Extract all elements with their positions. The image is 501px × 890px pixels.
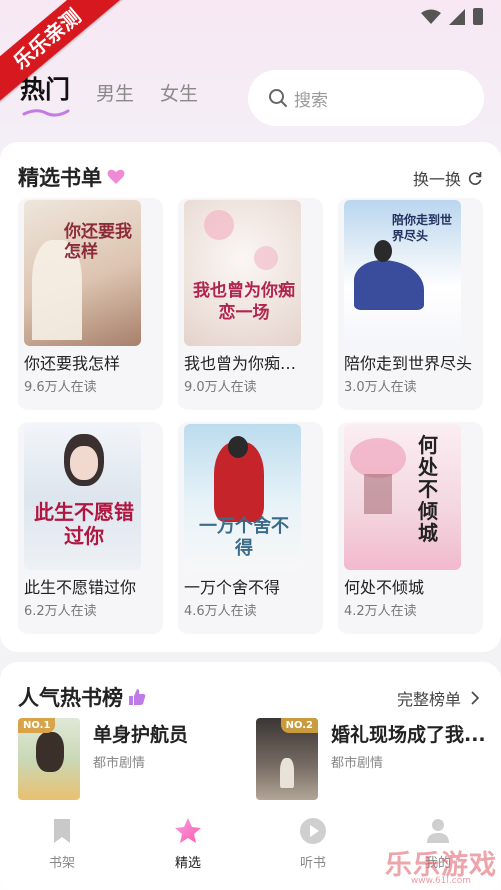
wifi-icon <box>421 9 441 24</box>
nav-label: 精选 <box>174 856 201 871</box>
book-title: 你还要我怎样 <box>24 354 121 373</box>
book-cover: 此生不愿错过你 <box>24 424 141 570</box>
book-reads: 3.0万人在读 <box>344 380 417 395</box>
book-title: 陪你走到世界尽头 <box>344 354 473 373</box>
rank-genre: 都市剧情 <box>93 756 146 771</box>
cover-title: 陪你走到世界尽头 <box>392 213 453 243</box>
nav-audiobook[interactable]: 听书 <box>273 816 353 871</box>
book-title: 此生不愿错过你 <box>24 578 137 597</box>
book-cover: 何处不倾城 <box>344 424 461 570</box>
battery-icon <box>473 8 483 25</box>
bookshelf-icon <box>54 819 70 843</box>
book-title: 一万个舍不得 <box>184 578 281 597</box>
featured-section: 精选书单 换一换 你还要我怎样 你还要我怎样 9.6万人在读 我也曾为你痴恋一场… <box>0 142 501 652</box>
user-icon <box>427 819 449 843</box>
book-cover: NO.2 <box>256 718 318 800</box>
thumbs-up-icon <box>129 689 146 705</box>
rank-badge: NO.2 <box>280 718 318 733</box>
full-ranking-button[interactable]: 完整榜单 <box>397 686 483 710</box>
cover-title: 我也曾为你痴恋一场 <box>193 281 295 323</box>
book-reads: 6.2万人在读 <box>24 604 97 619</box>
chevron-right-icon <box>471 691 480 705</box>
book-reads: 9.6万人在读 <box>24 380 97 395</box>
nav-label: 听书 <box>299 856 326 871</box>
book-reads: 4.6万人在读 <box>184 604 257 619</box>
book-card[interactable]: 你还要我怎样 你还要我怎样 9.6万人在读 <box>18 198 163 410</box>
book-card[interactable]: 何处不倾城 何处不倾城 4.2万人在读 <box>338 422 483 634</box>
book-cover: 你还要我怎样 <box>24 200 141 346</box>
search-input[interactable]: 搜索 <box>248 70 484 126</box>
cover-title: 一万个舍不得 <box>199 516 289 559</box>
book-card[interactable]: 陪你走到世界尽头 陪你走到世界尽头 3.0万人在读 <box>338 198 483 410</box>
cover-title: 何处不倾城 <box>418 433 438 545</box>
nav-label: 书架 <box>48 856 75 871</box>
book-cover: 一万个舍不得 <box>184 424 301 570</box>
refresh-label: 换一换 <box>412 170 461 189</box>
section-title: 人气热书榜 <box>18 682 147 712</box>
list-item[interactable]: NO.1 单身护航员 都市剧情 <box>18 718 258 802</box>
rank-genre: 都市剧情 <box>331 756 384 771</box>
refresh-icon <box>468 172 482 185</box>
book-cover: NO.1 <box>18 718 80 800</box>
watermark-url: www.61l.com <box>410 876 471 886</box>
corner-ribbon: 乐乐亲测 <box>0 0 130 110</box>
play-icon <box>300 818 326 844</box>
nav-bookshelf[interactable]: 书架 <box>22 816 102 871</box>
cover-title: 你还要我怎样 <box>64 222 132 262</box>
search-icon <box>269 89 287 107</box>
tab-female[interactable]: 女生 <box>160 79 198 106</box>
book-card[interactable]: 我也曾为你痴恋一场 我也曾为你痴恋一场 9.0万人在读 <box>178 198 323 410</box>
list-item[interactable]: NO.2 婚礼现场成了我... 都市剧情 <box>256 718 496 802</box>
signal-icon <box>449 8 465 25</box>
ranking-title: 人气热书榜 <box>18 686 123 710</box>
book-reads: 4.2万人在读 <box>344 604 417 619</box>
book-card[interactable]: 一万个舍不得 一万个舍不得 4.6万人在读 <box>178 422 323 634</box>
book-cover: 陪你走到世界尽头 <box>344 200 461 346</box>
search-placeholder: 搜索 <box>294 90 328 111</box>
full-ranking-label: 完整榜单 <box>396 690 461 709</box>
section-title: 精选书单 <box>18 162 126 192</box>
rank-badge: NO.1 <box>18 718 56 733</box>
book-grid: 你还要我怎样 你还要我怎样 9.6万人在读 我也曾为你痴恋一场 我也曾为你痴恋一… <box>18 198 483 634</box>
book-title: 何处不倾城 <box>344 578 425 597</box>
ribbon-text: 乐乐亲测 <box>0 0 124 107</box>
nav-featured[interactable]: 精选 <box>148 816 228 871</box>
book-title: 我也曾为你痴恋一场 <box>184 354 312 373</box>
refresh-button[interactable]: 换一换 <box>413 166 483 190</box>
star-icon <box>175 818 201 843</box>
book-card[interactable]: 此生不愿错过你 此生不愿错过你 6.2万人在读 <box>18 422 163 634</box>
rank-title: 婚礼现场成了我... <box>331 724 486 746</box>
heart-icon <box>107 169 125 184</box>
book-reads: 9.0万人在读 <box>184 380 257 395</box>
featured-title: 精选书单 <box>18 166 102 190</box>
book-cover: 我也曾为你痴恋一场 <box>184 200 301 346</box>
cover-title: 此生不愿错过你 <box>34 500 134 548</box>
rank-title: 单身护航员 <box>93 724 189 746</box>
